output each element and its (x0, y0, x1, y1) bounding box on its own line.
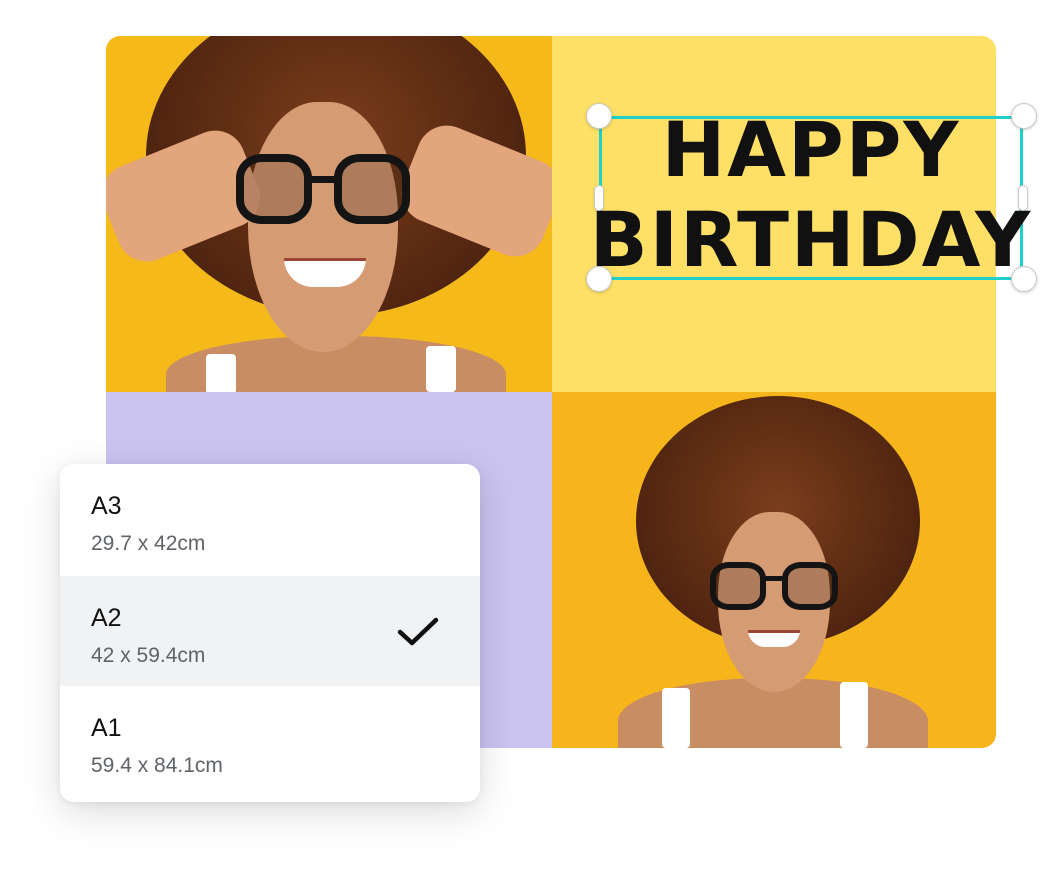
checkmark-icon (397, 617, 439, 646)
size-option-dimensions: 59.4 x 84.1cm (91, 754, 223, 777)
portrait-strap-right (426, 346, 456, 392)
portrait-face (248, 102, 398, 352)
portrait-glasses (710, 562, 838, 610)
photo-peace-sign[interactable] (106, 36, 552, 392)
portrait-lens-left (710, 562, 766, 610)
portrait-strap-left (206, 354, 236, 392)
portrait-glasses (236, 154, 410, 224)
size-option-a3[interactable]: A3 29.7 x 42cm (60, 464, 480, 576)
portrait-lens-right (782, 562, 838, 610)
size-option-dimensions: 42 x 59.4cm (91, 644, 206, 667)
portrait-illustration (552, 392, 996, 748)
portrait-lens-right (334, 154, 410, 224)
portrait-strap-right (840, 682, 868, 748)
headline-line-1: HAPPY (661, 105, 961, 194)
paper-size-menu: A3 29.7 x 42cm A2 42 x 59.4cm A1 59.4 x … (60, 464, 480, 802)
size-option-dimensions: 29.7 x 42cm (91, 532, 206, 555)
resize-handle-left[interactable] (594, 185, 604, 211)
portrait-strap-left (662, 688, 690, 748)
headline-line-2: BIRTHDAY (589, 195, 1033, 284)
resize-handle-bottom-left[interactable] (586, 266, 612, 292)
resize-handle-bottom-right[interactable] (1011, 266, 1037, 292)
photo-portrait[interactable] (552, 392, 996, 748)
size-option-a2[interactable]: A2 42 x 59.4cm (60, 576, 480, 686)
birthday-headline[interactable]: HAPPY BIRTHDAY (590, 112, 1030, 278)
resize-handle-top-left[interactable] (586, 103, 612, 129)
portrait-glasses-bridge (762, 576, 786, 581)
resize-handle-top-right[interactable] (1011, 103, 1037, 129)
portrait-glasses-bridge (306, 176, 340, 183)
selected-text-element[interactable]: HAPPY BIRTHDAY (590, 112, 1030, 280)
size-option-a1[interactable]: A1 59.4 x 84.1cm (60, 686, 480, 798)
size-option-name: A1 (91, 714, 122, 742)
resize-handle-right[interactable] (1018, 185, 1028, 211)
portrait-illustration (106, 36, 552, 392)
editor-stage: HAPPY BIRTHDAY A3 29.7 x 42cm A2 42 x 59… (0, 0, 1044, 880)
size-option-name: A3 (91, 492, 122, 520)
portrait-lens-left (236, 154, 312, 224)
